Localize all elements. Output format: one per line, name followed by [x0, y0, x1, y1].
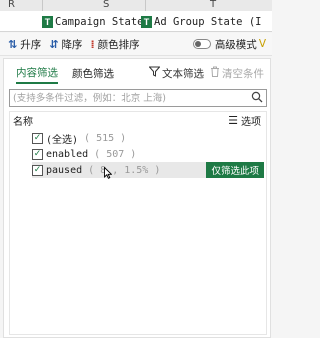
sort-descending-icon: ⇵ — [49, 37, 59, 51]
item-count: ( 515 ) — [84, 132, 127, 144]
color-sort-label: 颜色排序 — [97, 38, 140, 51]
filter-panel: 内容筛选 颜色筛选 文本筛选 清空条件 名称 ☰ 选项 — [3, 58, 271, 338]
checkbox-checked-icon[interactable]: ✓ — [32, 132, 43, 144]
item-label: enabled — [46, 148, 89, 160]
toggle-switch-icon — [192, 39, 211, 49]
tab-content-filter[interactable]: 内容筛选 — [16, 63, 58, 84]
only-filter-this-button[interactable]: 仅筛选此项 — [206, 162, 264, 178]
item-label: paused — [46, 164, 83, 176]
options-button[interactable]: ☰ 选项 — [228, 113, 261, 128]
search-icon[interactable] — [251, 91, 263, 103]
filter-tabs: 内容筛选 颜色筛选 文本筛选 清空条件 — [4, 61, 270, 85]
text-filter-label: 文本筛选 — [162, 67, 204, 80]
list-header: 名称 ☰ 选项 — [10, 112, 266, 128]
filter-funnel-icon — [148, 66, 161, 80]
text-type-icon: T — [42, 15, 53, 28]
crown-icon: V — [258, 38, 266, 50]
list-item-select-all[interactable]: ✓ (全选) ( 515 ) — [32, 130, 126, 146]
mouse-cursor-icon — [104, 167, 112, 179]
value-list: 名称 ☰ 选项 ✓ (全选) ( 515 ) ✓ enabled ( 507 )… — [9, 111, 267, 335]
search-input[interactable] — [13, 91, 243, 105]
sort-ascending-icon: ⇅ — [8, 37, 18, 51]
trash-icon — [210, 66, 220, 80]
column-letter-r[interactable]: R — [8, 0, 15, 10]
sort-descending-button[interactable]: ⇵ 降序 — [49, 37, 82, 52]
column-letter-t[interactable]: T — [210, 0, 216, 10]
item-count: ( 8 , 1.5% ) — [88, 164, 161, 176]
checkbox-checked-icon[interactable]: ✓ — [32, 148, 43, 160]
header-cell-campaign-state[interactable]: T Campaign State — [42, 14, 144, 29]
clear-filter-label: 清空条件 — [222, 67, 264, 80]
name-column-label: 名称 — [13, 116, 33, 128]
header-row: T Campaign State T Ad Group State (I — [0, 11, 272, 32]
header-label: Ad Group State (I — [154, 15, 262, 28]
item-label: (全选) — [46, 134, 79, 146]
text-type-icon: T — [141, 15, 152, 28]
color-sort-icon: ⁞ — [90, 37, 95, 51]
column-letter-s[interactable]: S — [103, 0, 109, 10]
item-count: ( 507 ) — [94, 148, 137, 160]
search-box — [9, 89, 267, 107]
list-item-enabled[interactable]: ✓ enabled ( 507 ) — [32, 146, 136, 162]
text-filter-button[interactable]: 文本筛选 — [148, 66, 204, 81]
options-label: 选项 — [241, 116, 261, 128]
menu-lines-icon: ☰ — [228, 113, 238, 127]
tab-color-filter[interactable]: 颜色筛选 — [72, 64, 114, 83]
column-divider — [42, 0, 43, 11]
advanced-mode-toggle[interactable]: 高级模式 V — [192, 37, 266, 52]
sort-ascending-label: 升序 — [20, 38, 42, 51]
column-divider — [145, 0, 146, 11]
sort-ascending-button[interactable]: ⇅ 升序 — [8, 37, 41, 52]
color-sort-button[interactable]: ⁞ 颜色排序 — [90, 37, 139, 52]
sort-toolbar: ⇅ 升序 ⇵ 降序 ⁞ 颜色排序 高级模式 V — [0, 33, 272, 56]
sort-descending-label: 降序 — [61, 38, 83, 51]
header-cell-ad-group-state[interactable]: T Ad Group State (I — [141, 14, 261, 29]
list-item-paused[interactable]: ✓ paused ( 8 , 1.5% ) 仅筛选此项 — [32, 162, 264, 178]
clear-filter-button[interactable]: 清空条件 — [210, 66, 264, 81]
advanced-mode-label: 高级模式 — [214, 38, 257, 51]
header-label: Campaign State — [55, 15, 144, 28]
checkbox-checked-icon[interactable]: ✓ — [32, 164, 43, 176]
